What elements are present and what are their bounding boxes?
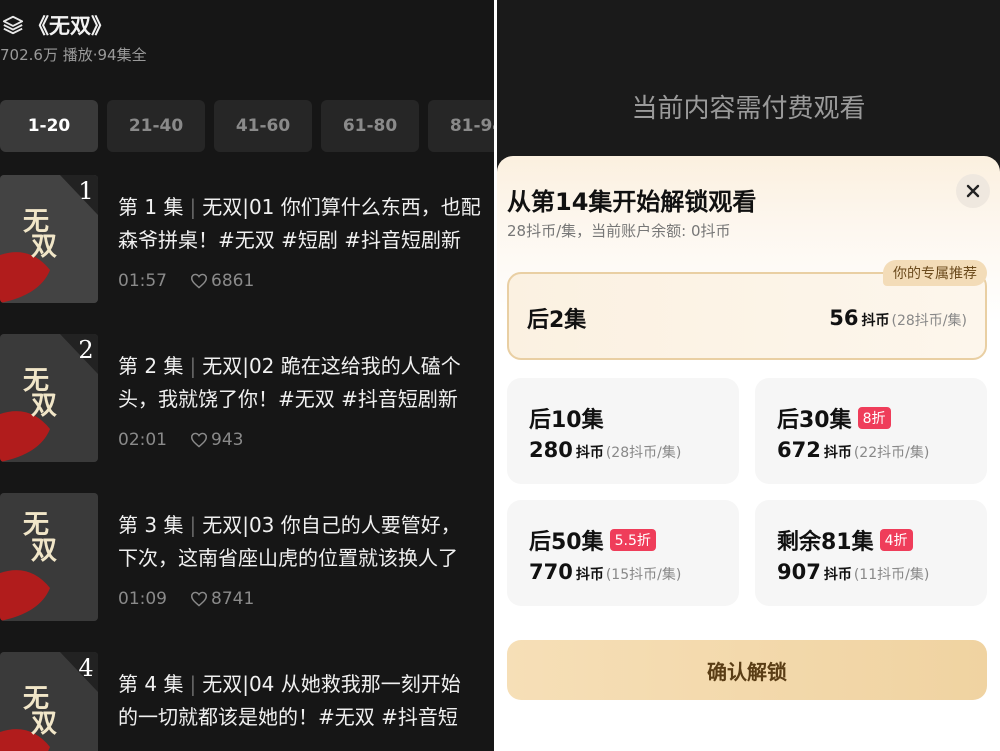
episode-label: 第 4 集 (118, 672, 184, 696)
episode-row[interactable]: 2 无 双 第 2 集 | 无双|02 跪在这给我的人磕个 头，我就饶了你！#无双 … (0, 334, 494, 464)
episode-number-badge: 4 (78, 654, 93, 682)
option-label: 剩余81集 (777, 530, 874, 555)
sheet-subtitle: 28抖币/集，当前账户余额: 0抖币 (507, 222, 731, 240)
unlock-option[interactable]: 剩余81集 4折 907 抖币 (11抖币/集) (755, 500, 987, 606)
option-price: 56 抖币 (28抖币/集) (829, 306, 967, 330)
price-unit: 抖币 (575, 445, 604, 461)
price-amount: 280 (529, 438, 573, 462)
option-label: 后2集 (527, 308, 587, 333)
episode-label: 第 3 集 (118, 513, 184, 537)
episode-title: 无双|03 你自己的人要管好， (202, 513, 461, 537)
price-unit: 抖币 (823, 567, 852, 583)
episode-label: 第 2 集 (118, 354, 184, 378)
episode-row[interactable]: 4 无 双 第 4 集 | 无双|04 从她救我那一刻开始 的一切就都该是她的！#无… (0, 652, 494, 751)
price-amount: 672 (777, 438, 821, 462)
paywall-panel: 当前内容需付费观看 从第14集开始解锁观看 28抖币/集，当前账户余额: 0抖币… (497, 0, 1000, 751)
option-price: 770 抖币 (15抖币/集) (529, 560, 681, 584)
svg-text:双: 双 (31, 536, 57, 566)
episode-row[interactable]: 1 无 双 第 1 集 | 无双|01 你们算什么东西，也配 森爷拼桌！#无双 #短… (0, 175, 494, 305)
episode-title-line2: 的一切就都该是她的！#无双 #抖音短 (118, 705, 458, 729)
price-amount: 56 (829, 306, 859, 330)
episode-like-count: 943 (211, 430, 244, 450)
price-rate: (11抖币/集) (853, 567, 930, 583)
episode-duration: 01:09 (118, 589, 167, 609)
show-title: 《无双》 (28, 14, 112, 38)
episode-list-panel: 《无双》 702.6万 播放·94集全 1-20 21-40 41-60 61-… (0, 0, 494, 751)
episode-row[interactable]: 无 双 第 3 集 | 无双|03 你自己的人要管好， 下次，这南省座山虎的位置就该… (0, 493, 494, 623)
episode-duration: 02:01 (118, 430, 167, 450)
episode-title-line2: 头，我就饶了你！#无双 #抖音短剧新 (118, 387, 458, 411)
episode-title: 无双|02 跪在这给我的人磕个 (202, 354, 461, 378)
episode-label: 第 1 集 (118, 195, 184, 219)
svg-text:双: 双 (31, 232, 57, 262)
episode-number-badge: 2 (78, 336, 93, 364)
discount-badge: 4折 (879, 529, 913, 551)
svg-text:双: 双 (31, 709, 57, 739)
heart-icon (190, 591, 208, 607)
price-rate: (15抖币/集) (605, 567, 682, 583)
tab-range-61-80[interactable]: 61-80 (321, 100, 419, 152)
price-unit: 抖币 (823, 445, 852, 461)
unlock-option[interactable]: 后10集 280 抖币 (28抖币/集) (507, 378, 739, 484)
show-meta: 702.6万 播放·94集全 (0, 46, 147, 64)
episode-likes: 943 (190, 430, 243, 450)
heart-icon (190, 273, 208, 289)
close-button[interactable] (956, 174, 990, 208)
price-rate: (22抖币/集) (853, 445, 930, 461)
episode-title: 无双|04 从她救我那一刻开始 (202, 672, 461, 696)
recommend-badge: 你的专属推荐 (883, 260, 987, 286)
price-amount: 770 (529, 560, 573, 584)
option-label: 后10集 (529, 408, 604, 433)
tab-range-41-60[interactable]: 41-60 (214, 100, 312, 152)
episode-range-tabs: 1-20 21-40 41-60 61-80 81-94 (0, 100, 494, 152)
option-price: 280 抖币 (28抖币/集) (529, 438, 681, 462)
episode-thumbnail[interactable]: 4 无 双 (0, 652, 98, 751)
unlock-option[interactable]: 后50集 5.5折 770 抖币 (15抖币/集) (507, 500, 739, 606)
discount-badge: 8折 (857, 407, 891, 429)
price-rate: (28抖币/集) (605, 445, 682, 461)
close-icon (966, 184, 980, 198)
discount-badge: 5.5折 (609, 529, 656, 551)
episode-title-line2: 森爷拼桌！#无双 #短剧 #抖音短剧新 (118, 228, 461, 252)
paywall-notice: 当前内容需付费观看 (631, 94, 866, 124)
option-label: 后30集 (777, 408, 852, 433)
episode-thumbnail[interactable]: 无 双 (0, 493, 98, 621)
option-price: 672 抖币 (22抖币/集) (777, 438, 929, 462)
tab-range-21-40[interactable]: 21-40 (107, 100, 205, 152)
heart-icon (190, 432, 208, 448)
episode-likes: 6861 (190, 271, 254, 291)
layers-icon (2, 15, 24, 35)
episode-like-count: 6861 (211, 271, 255, 291)
unlock-option[interactable]: 后30集 8折 672 抖币 (22抖币/集) (755, 378, 987, 484)
episode-title: 无双|01 你们算什么东西，也配 (202, 195, 481, 219)
episode-likes: 8741 (190, 589, 254, 609)
option-label: 后50集 (529, 530, 604, 555)
price-amount: 907 (777, 560, 821, 584)
price-unit: 抖币 (861, 313, 890, 329)
episode-number-badge: 1 (78, 177, 93, 205)
episode-thumbnail[interactable]: 1 无 双 (0, 175, 98, 303)
unlock-option-featured[interactable]: 你的专属推荐 后2集 56 抖币 (28抖币/集) (507, 260, 987, 360)
price-unit: 抖币 (575, 567, 604, 583)
unlock-sheet: 从第14集开始解锁观看 28抖币/集，当前账户余额: 0抖币 你的专属推荐 后2… (497, 156, 1000, 751)
price-rate: (28抖币/集) (891, 313, 967, 329)
svg-text:双: 双 (31, 391, 57, 421)
sheet-title: 从第14集开始解锁观看 (507, 188, 757, 216)
show-header: 《无双》 (0, 10, 112, 40)
episode-title-line2: 下次，这南省座山虎的位置就该换人了 (118, 546, 458, 570)
episode-duration: 01:57 (118, 271, 167, 291)
episode-like-count: 8741 (211, 589, 255, 609)
episode-thumbnail[interactable]: 2 无 双 (0, 334, 98, 462)
tab-range-81-94[interactable]: 81-94 (428, 100, 494, 152)
confirm-unlock-button[interactable]: 确认解锁 (507, 640, 987, 700)
option-price: 907 抖币 (11抖币/集) (777, 560, 929, 584)
tab-range-1-20[interactable]: 1-20 (0, 100, 98, 152)
